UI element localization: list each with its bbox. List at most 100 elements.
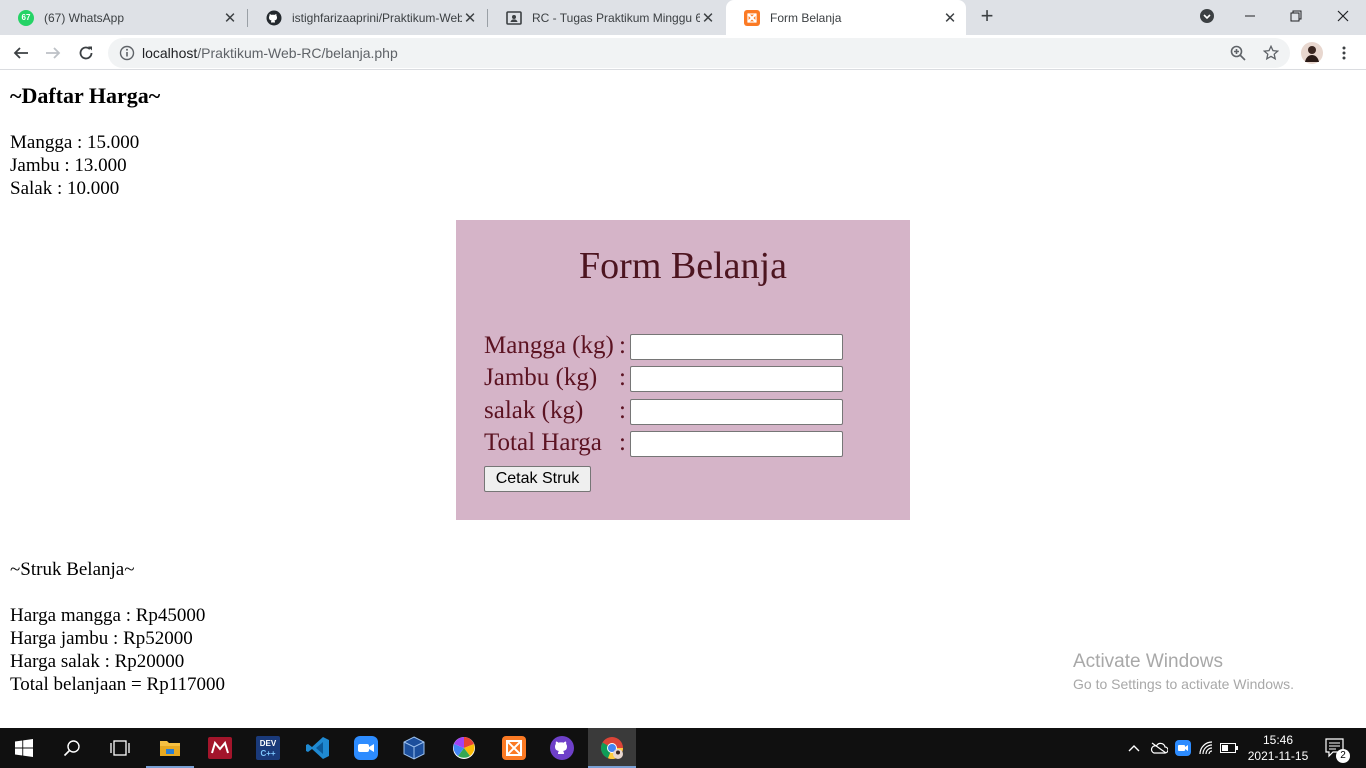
svg-text:C++: C++	[260, 749, 275, 758]
tab-search-button[interactable]	[1184, 0, 1230, 32]
profile-avatar[interactable]	[1300, 41, 1324, 65]
tab-whatsapp[interactable]: 67 (67) WhatsApp ✕	[0, 0, 246, 35]
windows-taskbar: DEV C++ 15:46 2021-11-15 2	[0, 728, 1366, 768]
classroom-icon	[506, 10, 522, 26]
receipt-title: ~Struk Belanja~	[10, 559, 135, 580]
tab-form-belanja[interactable]: Form Belanja ✕	[726, 0, 966, 35]
forward-button[interactable]	[41, 41, 65, 65]
jambu-row: Jambu (kg) :	[484, 364, 884, 396]
salak-row: salak (kg) :	[484, 397, 884, 429]
close-icon[interactable]: ✕	[942, 10, 958, 27]
github-desktop-button[interactable]	[538, 728, 586, 768]
jambu-input[interactable]	[630, 366, 843, 392]
svg-text:DEV: DEV	[260, 739, 277, 748]
jambu-label: Jambu (kg)	[484, 364, 598, 391]
price-item: Salak : 10.000	[10, 178, 120, 199]
tab-classroom[interactable]: RC - Tugas Praktikum Minggu 6 ✕	[488, 0, 724, 35]
tab-github[interactable]: istighfarizaaprini/Praktikum-Web ✕	[248, 0, 486, 35]
close-icon[interactable]: ✕	[222, 10, 238, 27]
vscode-icon	[306, 737, 329, 759]
browser-toolbar: localhost/Praktikum-Web-RC/belanja.php	[0, 35, 1366, 70]
print-receipt-button[interactable]: Cetak Struk	[484, 466, 591, 492]
price-item: Jambu : 13.000	[10, 155, 127, 176]
url-text[interactable]: localhost/Praktikum-Web-RC/belanja.php	[142, 45, 398, 61]
dev-cpp-icon: DEVC++	[256, 736, 280, 760]
arrow-left-icon	[13, 47, 28, 59]
dev-cpp-button[interactable]: DEV C++	[244, 728, 292, 768]
receipt-line: Harga mangga : Rp45000	[10, 605, 206, 626]
receipt-line: Harga salak : Rp20000	[10, 651, 185, 672]
task-view-icon	[110, 740, 130, 756]
tab-title: Form Belanja	[770, 10, 842, 25]
reload-button[interactable]	[74, 41, 98, 65]
salak-input[interactable]	[630, 399, 843, 425]
vscode-button[interactable]	[294, 728, 342, 768]
xampp-button[interactable]	[490, 728, 538, 768]
tray-overflow-button[interactable]	[1124, 728, 1144, 768]
photos-button[interactable]	[440, 728, 488, 768]
chrome-button[interactable]	[588, 728, 636, 768]
mangga-input[interactable]	[630, 334, 843, 360]
watermark-subtitle: Go to Settings to activate Windows.	[1073, 676, 1294, 692]
tab-title: istighfarizaaprini/Praktikum-Web	[292, 10, 462, 25]
arrow-right-icon	[46, 47, 61, 59]
salak-label: salak (kg)	[484, 397, 584, 424]
more-vertical-icon	[1342, 46, 1346, 60]
receipt-lines: Harga mangga : Rp45000 Harga jambu : Rp5…	[10, 604, 225, 696]
zoom-app-button[interactable]	[342, 728, 390, 768]
clock-time: 15:46	[1262, 733, 1294, 747]
notification-center-button[interactable]: 2	[1318, 728, 1354, 768]
clock[interactable]: 15:46 2021-11-15	[1240, 732, 1316, 764]
start-button[interactable]	[0, 728, 48, 768]
mangga-row: Mangga (kg) :	[484, 332, 884, 364]
mendeley-icon	[208, 737, 232, 759]
restore-icon	[1290, 10, 1302, 22]
receipt-line: Total belanjaan = Rp117000	[10, 674, 225, 695]
virtualbox-button[interactable]	[390, 728, 438, 768]
minimize-icon	[1245, 15, 1255, 17]
wifi-icon	[1199, 741, 1213, 755]
info-icon[interactable]	[119, 45, 135, 61]
search-button[interactable]	[48, 728, 96, 768]
chrome-icon	[600, 737, 624, 760]
address-bar[interactable]: localhost/Praktikum-Web-RC/belanja.php	[108, 38, 1290, 68]
notification-badge: 2	[1336, 749, 1350, 763]
wifi-button[interactable]	[1196, 728, 1218, 768]
reload-icon	[79, 46, 93, 60]
chevron-down-icon	[1200, 9, 1214, 23]
onedrive-button[interactable]	[1148, 728, 1170, 768]
xampp-icon	[744, 9, 760, 26]
zoom-app-icon	[354, 736, 378, 760]
task-view-button[interactable]	[96, 728, 144, 768]
new-tab-button[interactable]: +	[976, 5, 998, 28]
photos-icon	[453, 737, 475, 759]
price-list-heading: ~Daftar Harga~	[10, 83, 161, 108]
page-content: ~Daftar Harga~ Mangga : 15.000 Jambu : 1…	[0, 71, 1366, 728]
minimize-button[interactable]	[1227, 0, 1273, 32]
menu-button[interactable]	[1332, 41, 1356, 65]
colon: :	[619, 364, 626, 391]
shopping-form: Form Belanja Mangga (kg) : Jambu (kg) : …	[456, 220, 910, 520]
back-button[interactable]	[9, 41, 33, 65]
total-input[interactable]	[630, 431, 843, 457]
file-explorer-button[interactable]	[146, 728, 194, 768]
file-explorer-icon	[160, 741, 180, 756]
chevron-up-icon	[1128, 745, 1140, 752]
cloud-off-icon	[1150, 742, 1168, 754]
zoom-tray-icon	[1175, 740, 1191, 756]
star-icon[interactable]	[1263, 45, 1279, 61]
receipt-line: Harga jambu : Rp52000	[10, 628, 193, 649]
restore-button[interactable]	[1273, 0, 1319, 32]
zoom-tray-button[interactable]	[1172, 728, 1194, 768]
github-desktop-icon	[550, 736, 574, 760]
start-icon	[15, 739, 33, 757]
close-icon[interactable]: ✕	[462, 10, 478, 27]
whatsapp-icon: 67	[18, 9, 34, 26]
mendeley-button[interactable]	[196, 728, 244, 768]
window-close-button[interactable]	[1320, 0, 1366, 32]
price-item: Mangga : 15.000	[10, 132, 140, 153]
close-icon[interactable]: ✕	[700, 10, 716, 27]
total-label: Total Harga	[484, 429, 602, 456]
zoom-icon[interactable]	[1230, 45, 1246, 61]
battery-button[interactable]	[1218, 728, 1240, 768]
